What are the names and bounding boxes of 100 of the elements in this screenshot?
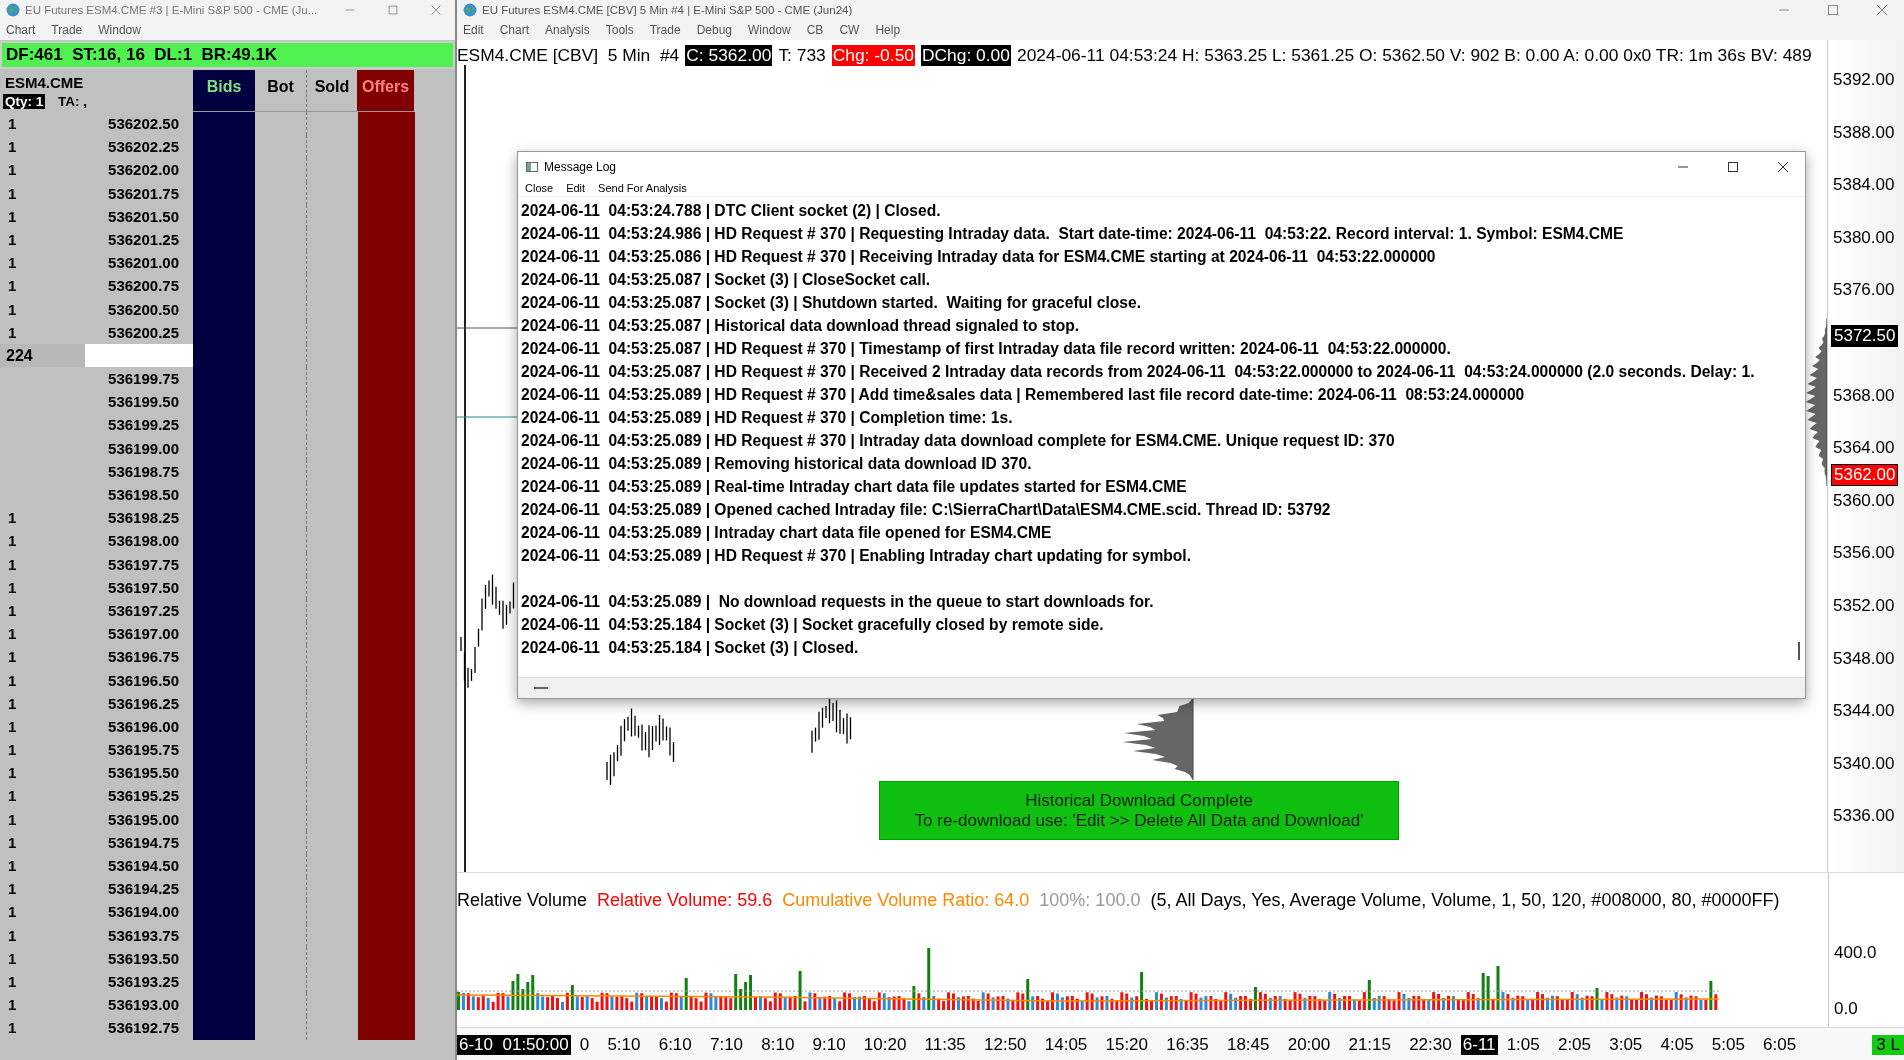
quantity-cell-text: 1 <box>7 624 18 645</box>
price-cell-text: 536196.00 <box>107 716 180 737</box>
axis-label: 5376.00 <box>1833 280 1895 301</box>
menu-item[interactable]: Tools <box>605 23 634 37</box>
log-line: 2024-06-11 04:53:25.086 | HD Request # 370 | Receiving Intraday data for ESM4.CME starting at 2024-06-11 04:53:22.000000 <box>521 247 1436 267</box>
axis-label: 5344.00 <box>1833 701 1895 722</box>
quantity-cell-text: 1 <box>7 1018 18 1039</box>
time-label: 22:30 <box>1408 1035 1453 1055</box>
chart-header-text: DChg: 0.00 <box>921 45 1011 66</box>
quantity-cell-text: 1 <box>7 763 18 784</box>
time-label: 20:00 <box>1286 1035 1332 1055</box>
volume-cell: 224 <box>0 343 85 368</box>
price-cell-text: 536195.75 <box>107 740 180 761</box>
menu-item[interactable]: Edit <box>463 23 484 37</box>
price-cell-text: 536197.00 <box>107 624 180 645</box>
time-label: 16:35 <box>1165 1035 1210 1055</box>
chart-header-text: 2024-06-11 04:53:24 H: 5363.25 L: 5361.25 O: 5362.50 V: 902 B: 0.00 A: 0.00 0x0 TR: 1m 36s BV: 489 <box>1016 45 1812 66</box>
quantity-cell-text: 1 <box>7 577 18 598</box>
menu-item[interactable]: Window <box>748 23 791 37</box>
globe-icon <box>463 3 477 17</box>
quantity-cell-text: 1 <box>7 183 18 204</box>
price-cell-text: 536192.75 <box>107 1018 180 1039</box>
chart-header-text: T: 733 <box>778 45 826 66</box>
time-label: 11:35 <box>923 1035 967 1055</box>
axis-label: 5340.00 <box>1833 753 1895 774</box>
price-line <box>457 416 518 418</box>
column-header: Bids <box>193 70 255 112</box>
quantity-cell-text: 1 <box>7 809 18 830</box>
time-label: 9:10 <box>811 1035 847 1055</box>
price-cell-text: 536199.75 <box>107 369 180 390</box>
menu-item[interactable]: Close <box>525 182 554 194</box>
price-cell-text: 536194.25 <box>107 879 180 900</box>
quantity-cell-text: 1 <box>7 600 18 621</box>
price-cell-text: 536200.25 <box>107 322 180 343</box>
menu-item[interactable]: Chart <box>499 23 530 37</box>
quantity-badge[interactable]: Qty: 1 <box>3 94 46 109</box>
log-line: 2024-06-11 04:53:25.087 | Socket (3) | Shutdown started. Waiting for graceful close. <box>521 293 1141 313</box>
quantity-cell-text: 1 <box>7 137 18 158</box>
price-cell-text: 536196.25 <box>107 693 180 714</box>
time-label: 6-11 <box>1460 1035 1498 1055</box>
menu-item[interactable]: Help <box>875 23 901 37</box>
axis-label: 5356.00 <box>1833 543 1895 564</box>
menu-item[interactable]: Edit <box>566 182 586 194</box>
menu-item[interactable]: Trade <box>649 23 681 37</box>
quantity-cell-text: 1 <box>7 786 18 807</box>
study-label: Cumulative Volume Ratio: 64.0 <box>782 890 1030 911</box>
quantity-cell-text: 1 <box>7 902 18 923</box>
quantity-cell-text: 1 <box>7 647 18 668</box>
axis-label: 5368.00 <box>1833 385 1895 406</box>
axis-label: 5364.00 <box>1833 438 1895 459</box>
price-cell-text: 536199.25 <box>107 415 180 436</box>
quantity-cell-text: 1 <box>7 925 18 946</box>
bids-cell <box>193 112 255 136</box>
price-cell-text: 536197.75 <box>107 554 180 575</box>
study-label: Relative Volume <box>457 890 588 911</box>
candlestick-chart-drawing <box>811 696 852 754</box>
time-label: 3:05 <box>1608 1035 1644 1055</box>
time-label: 15:20 <box>1104 1035 1150 1055</box>
price-cell-text: 536193.50 <box>107 948 180 969</box>
menu-item[interactable]: Window <box>98 23 141 37</box>
menu-item[interactable]: Chart <box>6 23 36 37</box>
quantity-cell-text: 1 <box>7 114 18 134</box>
chart-header-text: C: 5362.00 <box>685 45 773 66</box>
axis-label: 0.0 <box>1834 999 1859 1019</box>
time-label: 6-10 01:50:00 <box>457 1035 571 1055</box>
quantity-cell-text: 1 <box>7 693 18 714</box>
scrollbar-thumb[interactable] <box>1798 642 1800 660</box>
log-line: 2024-06-11 04:53:25.089 | Removing historical data download ID 370. <box>521 454 1032 474</box>
price-cell-text: 536194.75 <box>107 832 180 853</box>
log-line: 2024-06-11 04:53:25.087 | HD Request # 370 | Timestamp of first Intraday data file record written: 2024-06-11 04:53:22.000000. <box>521 339 1451 359</box>
quantity-cell-text: 1 <box>7 229 18 250</box>
price-cell-text: 536199.00 <box>107 438 180 459</box>
bids-cell <box>193 1016 255 1040</box>
price-cell-text: 536194.50 <box>107 856 180 876</box>
menu-item[interactable]: Trade <box>51 23 83 37</box>
price-cell-text: 536193.00 <box>107 995 180 1016</box>
price-cell-text: 536201.75 <box>107 183 180 204</box>
price-cell-text: 536202.25 <box>107 137 180 158</box>
time-label: 14:05 <box>1043 1035 1089 1055</box>
quantity-cell-text: 1 <box>7 971 18 992</box>
quantity-cell-text: 1 <box>7 531 18 552</box>
banner-text: To re-download use: 'Edit >> Delete All Data and Download' <box>914 810 1364 831</box>
menu-item[interactable]: CB <box>806 23 824 37</box>
price-marker: 5372.50 <box>1831 325 1899 348</box>
symbol-label: ESM4.CME <box>5 74 84 91</box>
axis-label: 5352.00 <box>1833 596 1895 616</box>
quantity-cell-text: 1 <box>7 740 18 761</box>
menu-item[interactable]: Send For Analysis <box>598 182 687 194</box>
axis-label: 5360.00 <box>1833 490 1895 511</box>
time-label: 6:10 <box>657 1035 693 1055</box>
menu-item[interactable]: Debug <box>696 23 732 37</box>
price-cell-text: 536198.50 <box>107 485 180 505</box>
quantity-cell-text: 1 <box>7 856 18 876</box>
log-line: 2024-06-11 04:53:25.089 | No download requests in the queue to start downloads for. <box>521 592 1154 612</box>
menu-item[interactable]: CW <box>839 23 860 37</box>
price-cell-text: 536197.50 <box>107 577 180 598</box>
menu-item[interactable]: Analysis <box>545 23 590 37</box>
study-label: Relative Volume: 59.6 <box>597 890 773 911</box>
log-line: 2024-06-11 04:53:25.184 | Socket (3) | Socket gracefully closed by remote side. <box>521 615 1104 635</box>
axis-label: 5380.00 <box>1833 227 1895 248</box>
